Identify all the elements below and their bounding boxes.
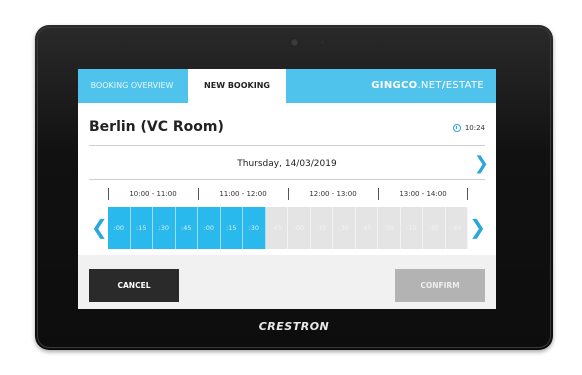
date-selector: Thursday, 14/03/2019 ❯ <box>89 151 489 177</box>
time-slot[interactable]: :45 <box>175 207 198 249</box>
date-label: Thursday, 14/03/2019 <box>237 159 337 169</box>
time-slot[interactable]: :00 <box>378 207 401 249</box>
divider <box>89 179 485 180</box>
time-slot[interactable]: :30 <box>333 207 356 249</box>
confirm-button[interactable]: CONFIRM <box>395 269 485 302</box>
hour-label: 10:00 - 11:00 <box>129 190 177 198</box>
chevron-right-icon[interactable]: ❯ <box>474 152 489 176</box>
clock-icon <box>452 124 461 132</box>
current-time-label: 10:24 <box>464 124 485 132</box>
time-slot[interactable]: :30 <box>243 207 266 249</box>
time-slot[interactable]: :45 <box>265 207 288 249</box>
hour-tick <box>467 188 468 200</box>
time-slot[interactable]: :00 <box>288 207 311 249</box>
time-slot[interactable]: :00 <box>108 207 131 249</box>
time-slot[interactable]: :15 <box>220 207 243 249</box>
room-title: Berlin (VC Room) <box>89 119 224 135</box>
time-slot[interactable]: :30 <box>153 207 176 249</box>
time-slot[interactable]: :30 <box>423 207 446 249</box>
time-slot[interactable]: :45 <box>445 207 468 249</box>
time-slot[interactable]: :15 <box>130 207 153 249</box>
booking-screen: BOOKING OVERVIEW NEW BOOKING GINGCO.NET/… <box>78 69 496 309</box>
tab-new-booking[interactable]: NEW BOOKING <box>188 69 286 103</box>
hour-label: 12:00 - 13:00 <box>309 190 357 198</box>
light-sensor <box>321 41 324 44</box>
hour-label: 11:00 - 12:00 <box>219 190 267 198</box>
chevron-left-icon[interactable]: ❮ <box>91 212 108 242</box>
divider <box>89 145 485 146</box>
hour-header: 10:00 - 11:00 11:00 - 12:00 12:00 - 13:0… <box>108 187 468 201</box>
top-bar: BOOKING OVERVIEW NEW BOOKING GINGCO.NET/… <box>78 69 496 103</box>
time-slot[interactable]: :45 <box>355 207 378 249</box>
time-slot-strip: :00:15:30:45:00:15:30:45:00:15:30:45:00:… <box>108 207 468 249</box>
gingco-logo: GINGCO.NET/ESTATE <box>371 80 484 91</box>
cancel-button[interactable]: CANCEL <box>89 269 179 302</box>
chevron-right-icon[interactable]: ❯ <box>469 212 486 242</box>
time-slot[interactable]: :15 <box>310 207 333 249</box>
current-time: 10:24 <box>452 124 485 132</box>
time-slot[interactable]: :00 <box>198 207 221 249</box>
time-slot[interactable]: :15 <box>400 207 423 249</box>
action-bar: CANCEL CONFIRM <box>78 255 496 309</box>
hour-label: 13:00 - 14:00 <box>399 190 447 198</box>
device-brand: CRESTRON <box>258 320 330 333</box>
camera-lens <box>290 38 299 47</box>
tab-booking-overview[interactable]: BOOKING OVERVIEW <box>78 69 186 103</box>
